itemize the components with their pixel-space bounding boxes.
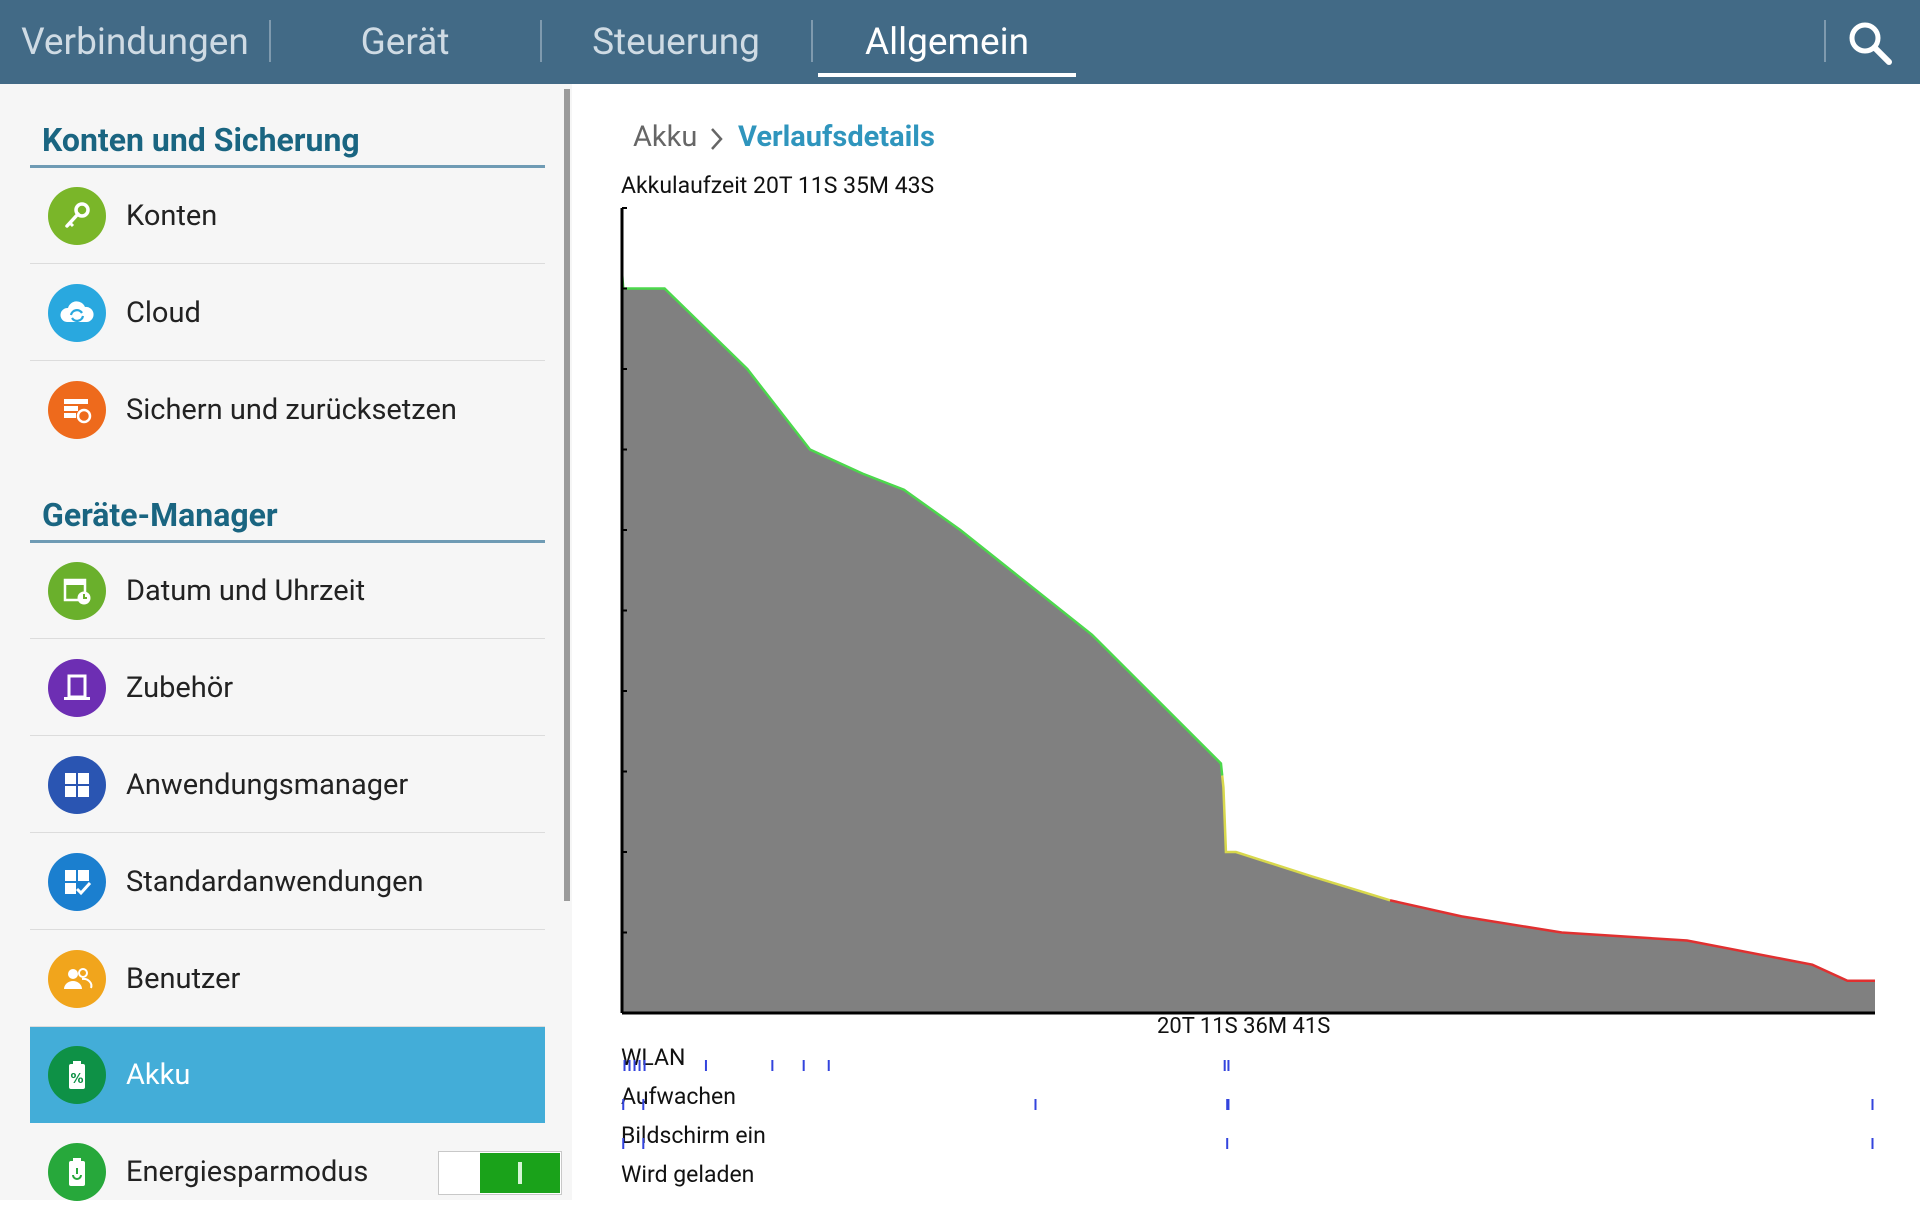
users-icon [48,950,106,1008]
signal-tick [704,1060,707,1071]
battery-icon: % [48,1046,106,1104]
breadcrumb-current: Verlaufsdetails [738,120,935,154]
tab-steuerung[interactable]: Steuerung [541,0,811,84]
list-divider [30,832,545,833]
signal-tick [628,1060,631,1071]
sidebar-item-benutzer[interactable]: Benutzer [30,931,545,1027]
signal-tick [827,1060,830,1071]
signal-tick [1227,1060,1230,1071]
battery-runtime-label: Akkulaufzeit 20T 11S 35M 43S [621,172,935,199]
signal-tick [633,1060,636,1071]
signal-tick [642,1099,645,1110]
tab-bar: Verbindungen Gerät Steuerung Allgemein [0,0,1920,84]
sidebar-item-energiesparmodus[interactable]: Energiesparmodus [30,1124,562,1220]
sidebar-item-label: Cloud [126,296,201,330]
sidebar-item-akku[interactable]: % Akku [30,1027,545,1123]
sidebar-item-label: Konten [126,199,218,233]
list-divider [30,929,545,930]
key-icon [48,187,106,245]
svg-text:%: % [70,1072,83,1087]
tab-geraet[interactable]: Gerät [270,0,540,84]
signal-tick [1871,1138,1874,1149]
sidebar-item-label: Energiesparmodus [126,1155,369,1189]
signal-tick [771,1060,774,1071]
backup-restore-icon [48,381,106,439]
tab-allgemein[interactable]: Allgemein [818,0,1076,84]
sidebar-item-sichern[interactable]: Sichern und zurücksetzen [30,362,545,458]
sidebar-item-label: Benutzer [126,962,241,996]
sidebar-item-label: Akku [126,1058,191,1092]
sidebar-item-cloud[interactable]: Cloud [30,265,545,361]
chevron-right-icon [711,128,723,150]
list-divider [30,263,545,264]
energiesparmodus-toggle[interactable] [438,1151,562,1195]
power-saving-icon [48,1143,106,1201]
sidebar-scrollbar[interactable] [564,89,570,901]
signal-tick [1871,1099,1874,1110]
list-divider [30,360,545,361]
tab-separator [1824,20,1826,62]
signal-tick [638,1060,641,1071]
signal-tick [1227,1099,1230,1110]
signal-tick [622,1138,625,1149]
battery-history-chart [620,207,1875,1015]
sidebar-item-label: Standardanwendungen [126,865,424,899]
section-title-geraete-manager: Geräte-Manager [42,496,278,534]
signal-tick [642,1138,645,1149]
sidebar-item-zubehoer[interactable]: Zubehör [30,640,545,736]
tab-verbindungen[interactable]: Verbindungen [0,0,270,84]
sidebar-item-datum-uhrzeit[interactable]: Datum und Uhrzeit [30,543,545,639]
default-apps-icon [48,853,106,911]
breadcrumb-parent[interactable]: Akku [633,120,697,154]
chart-x-axis-label: 20T 11S 36M 41S [1157,1014,1331,1039]
section-title-konten: Konten und Sicherung [42,121,360,159]
battery-area [622,272,1875,1013]
signal-tick [1223,1060,1226,1071]
sidebar-item-konten[interactable]: Konten [30,168,545,264]
grid-apps-icon [48,756,106,814]
sidebar-item-label: Anwendungsmanager [126,768,409,802]
list-divider [30,638,545,639]
signal-tick [623,1060,626,1071]
calendar-clock-icon [48,562,106,620]
search-icon[interactable] [1845,18,1895,68]
signal-tick [1226,1138,1229,1149]
active-tab-indicator [818,73,1076,77]
sidebar-item-label: Datum und Uhrzeit [126,574,366,608]
signal-tick [1034,1099,1037,1110]
accessory-icon [48,659,106,717]
settings-sidebar: Konten und Sicherung Konten Cloud Sicher… [0,84,572,1201]
sidebar-item-standardanwendungen[interactable]: Standardanwendungen [30,834,545,930]
cloud-sync-icon [48,284,106,342]
sidebar-item-label: Sichern und zurücksetzen [126,393,457,427]
sidebar-item-label: Zubehör [126,671,234,705]
list-divider [30,735,545,736]
signal-timeline [622,1060,1874,1149]
sidebar-item-anwendungsmanager[interactable]: Anwendungsmanager [30,737,545,833]
signal-tick [622,1099,625,1110]
tab-separator [811,20,813,62]
signal-tick [802,1060,805,1071]
signal-tick [643,1060,646,1071]
